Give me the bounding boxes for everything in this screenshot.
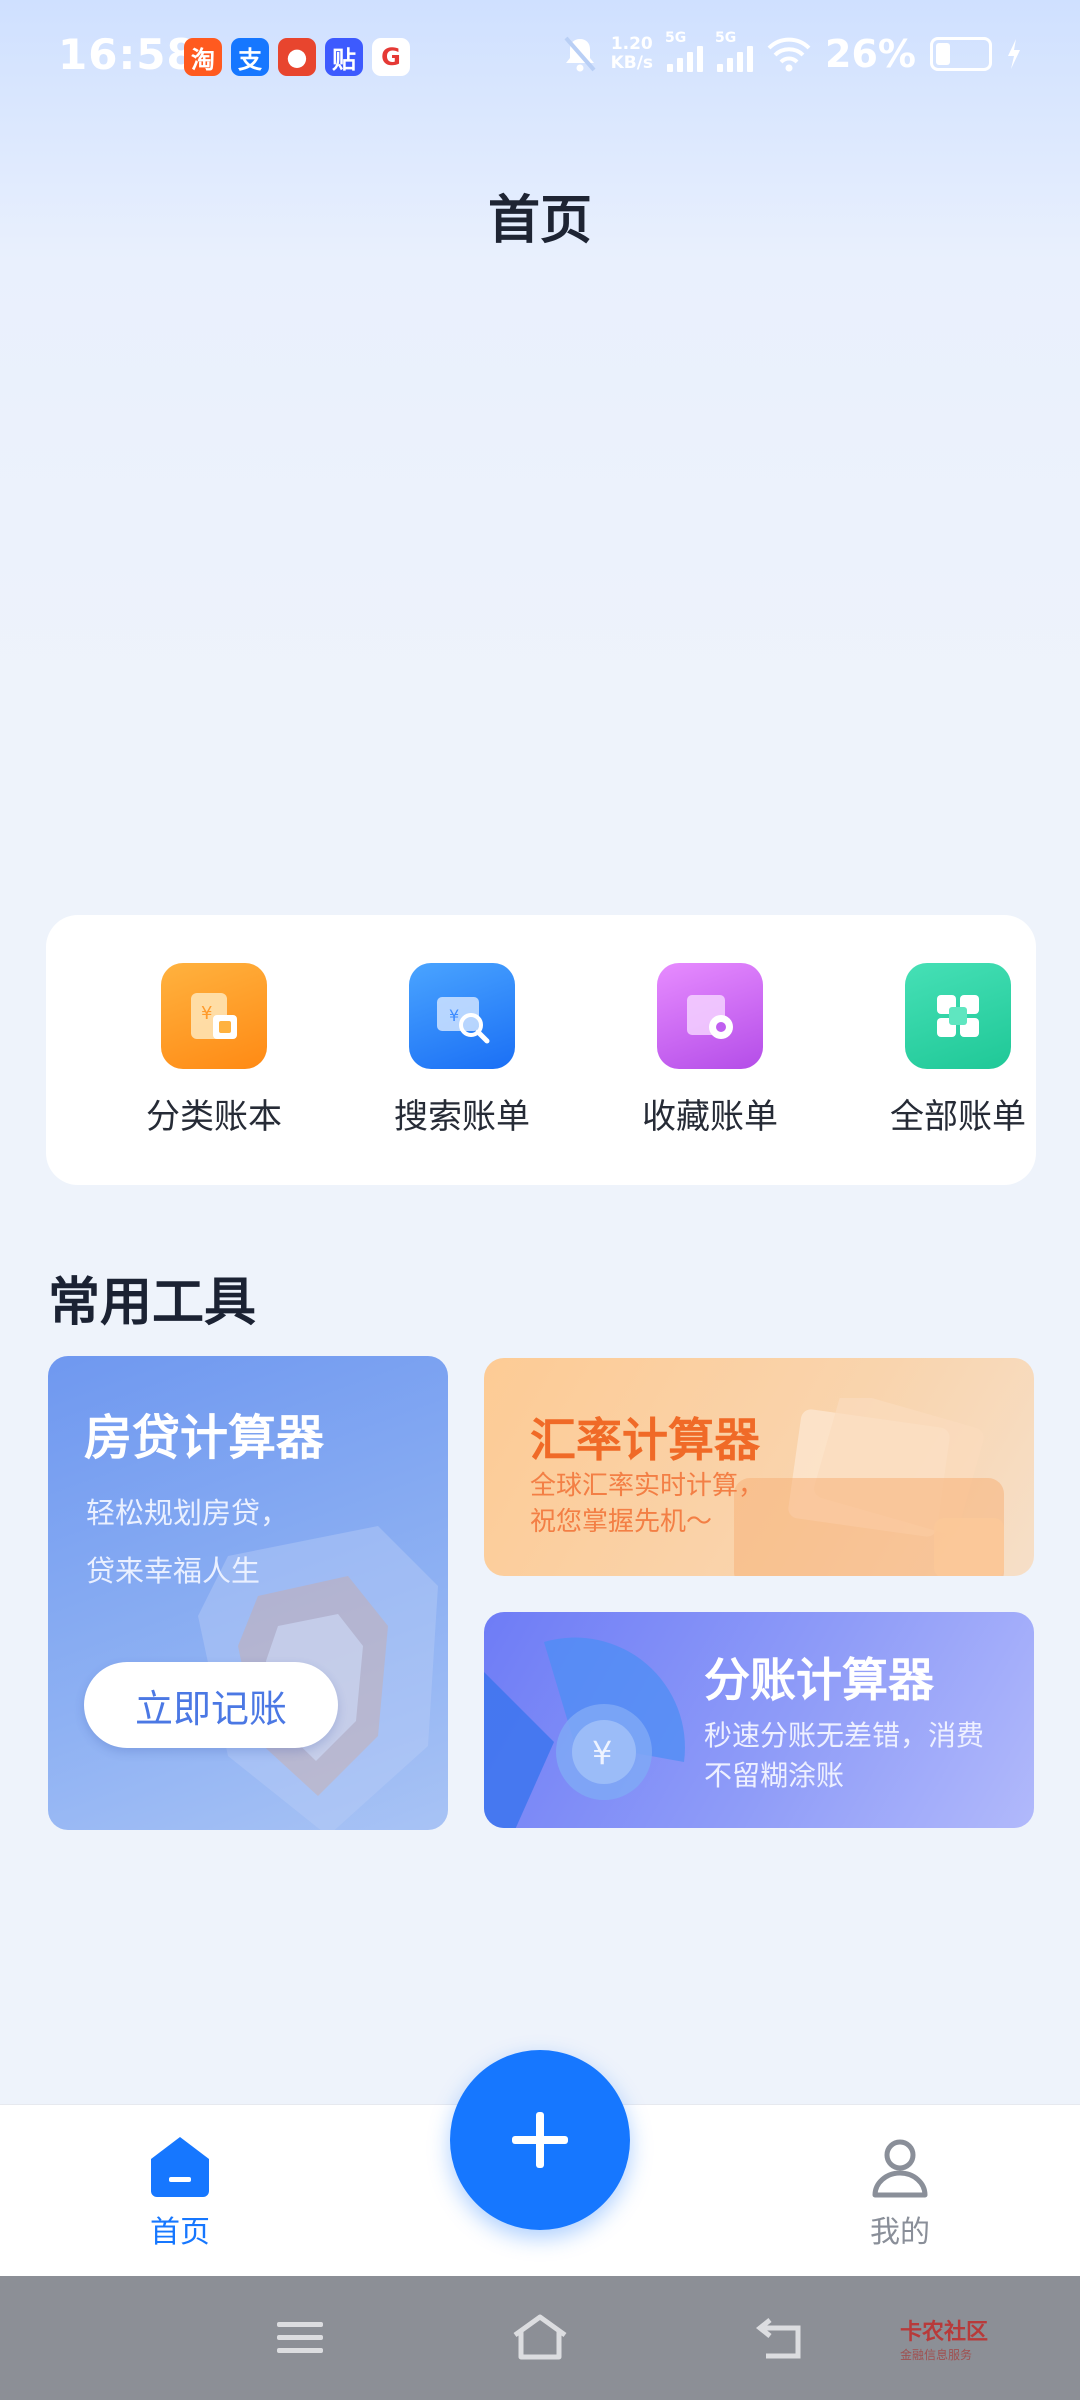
system-navigation-bar: 卡农社区 金融信息服务 xyxy=(0,2276,1080,2400)
home-icon xyxy=(151,2137,209,2197)
svg-text:¥: ¥ xyxy=(201,1003,212,1024)
watermark-text: 卡农社区 xyxy=(900,2320,989,2345)
net-speed: 1.20 KB/s xyxy=(611,35,653,73)
exchange-rate-calculator-card[interactable]: 汇率计算器 全球汇率实时计算， 祝您掌握先机～ xyxy=(484,1358,1034,1576)
tieba-app-icon: 贴 xyxy=(325,38,363,76)
pie-coin-decoration-icon: ¥ xyxy=(484,1637,685,1828)
nav-mine[interactable]: 我的 xyxy=(820,2133,980,2251)
favorite-bill-entry[interactable]: 收藏账单 xyxy=(610,963,810,1138)
tools-section-title: 常用工具 xyxy=(48,1273,257,1333)
recent-apps-button[interactable] xyxy=(268,2306,332,2370)
nav-home-label: 首页 xyxy=(150,2215,210,2250)
favorite-bill-icon xyxy=(657,963,763,1069)
mortgage-desc-line2: 贷来幸福人生 xyxy=(86,1554,261,1588)
split-title: 分账计算器 xyxy=(704,1653,934,1707)
shield-app-icon: G xyxy=(372,38,410,76)
signal-sim1-icon: 5G xyxy=(665,30,704,72)
all-bills-icon xyxy=(905,963,1011,1069)
system-home-button[interactable] xyxy=(508,2306,572,2370)
alipay-glyph: 支 xyxy=(238,45,262,74)
plus-icon xyxy=(512,2112,568,2168)
category-ledger-label: 分类账本 xyxy=(146,1097,282,1137)
category-ledger-entry[interactable]: ¥ 分类账本 xyxy=(114,963,314,1138)
nav-mine-label: 我的 xyxy=(870,2215,930,2250)
menu-icon xyxy=(277,2322,323,2353)
wifi-icon xyxy=(767,37,811,72)
svg-text:¥: ¥ xyxy=(449,1006,459,1025)
back-arrow-icon xyxy=(755,2318,801,2359)
exchange-title: 汇率计算器 xyxy=(530,1413,760,1467)
red-app-glyph: ● xyxy=(286,43,308,71)
system-back-button[interactable] xyxy=(748,2306,812,2370)
nav-home[interactable]: 首页 xyxy=(100,2133,260,2251)
mortgage-desc: 轻松规划房贷， 贷来幸福人生 xyxy=(86,1484,289,1600)
category-ledger-icon: ¥ xyxy=(161,963,267,1069)
watermark-logo: 卡农社区 金融信息服务 xyxy=(900,2314,988,2363)
system-home-icon xyxy=(513,2314,567,2360)
exchange-desc-line2: 祝您掌握先机～ xyxy=(530,1507,713,1537)
user-icon xyxy=(872,2139,928,2198)
tieba-glyph: 贴 xyxy=(332,45,356,74)
shield-glyph: G xyxy=(381,43,401,71)
charging-bolt-icon xyxy=(1008,39,1020,69)
page-title: 首页 xyxy=(487,191,592,251)
net-speed-value: 1.20 xyxy=(610,34,653,54)
currency-notes-decoration-icon xyxy=(734,1398,1004,1576)
mortgage-calculator-card[interactable]: 房贷计算器 轻松规划房贷， 贷来幸福人生 立即记账 xyxy=(48,1356,448,1830)
notification-app-icons: 淘 支 ● 贴 G xyxy=(184,38,410,76)
taobao-app-icon: 淘 xyxy=(184,38,222,76)
all-bills-entry[interactable]: 全部账单 xyxy=(858,963,1058,1138)
status-time: 16:58 xyxy=(58,30,197,79)
signal-sim2-icon: 5G xyxy=(715,30,754,72)
alipay-app-icon: 支 xyxy=(231,38,269,76)
quick-entry-card: ¥ 分类账本 ¥ 搜索账单 收藏账单 全部账单 xyxy=(46,915,1036,1185)
sim1-label: 5G xyxy=(665,30,687,46)
add-record-button[interactable] xyxy=(450,2050,630,2230)
search-bill-entry[interactable]: ¥ 搜索账单 xyxy=(362,963,562,1138)
status-indicators: 1.20 KB/s 5G 5G 26% xyxy=(563,30,1022,76)
battery-icon xyxy=(930,37,992,71)
svg-text:¥: ¥ xyxy=(592,1734,612,1772)
mortgage-title: 房贷计算器 xyxy=(84,1410,325,1466)
mute-bell-icon xyxy=(564,36,596,72)
search-bill-label: 搜索账单 xyxy=(394,1097,530,1137)
sim2-label: 5G xyxy=(715,30,737,46)
record-now-button[interactable]: 立即记账 xyxy=(84,1662,338,1748)
watermark-subtext: 金融信息服务 xyxy=(900,2348,973,2362)
all-bills-label: 全部账单 xyxy=(890,1097,1026,1137)
battery-percent: 26% xyxy=(825,32,916,76)
status-bar: 16:58 淘 支 ● 贴 G 1.20 KB/s 5G 5G 26% xyxy=(0,0,1080,110)
net-speed-unit: KB/s xyxy=(610,53,654,73)
mortgage-desc-line1: 轻松规划房贷， xyxy=(86,1496,290,1530)
taobao-glyph: 淘 xyxy=(191,45,215,74)
red-app-icon: ● xyxy=(278,38,316,76)
split-desc: 秒速分账无差错，消费不留糊涂账 xyxy=(704,1719,985,1792)
search-bill-icon: ¥ xyxy=(409,963,515,1069)
exchange-desc-line1: 全球汇率实时计算， xyxy=(530,1471,765,1501)
split-bill-calculator-card[interactable]: ¥ 分账计算器 秒速分账无差错，消费不留糊涂账 xyxy=(484,1612,1034,1828)
exchange-desc: 全球汇率实时计算， 祝您掌握先机～ xyxy=(530,1468,764,1540)
favorite-bill-label: 收藏账单 xyxy=(642,1097,778,1137)
